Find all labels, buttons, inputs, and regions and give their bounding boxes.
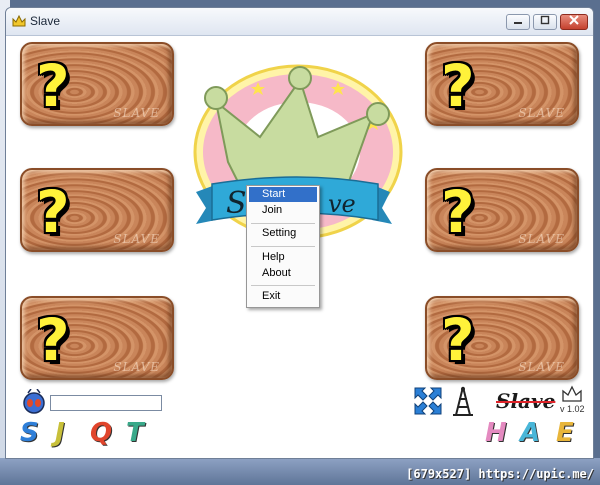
card-watermark: SLAVE	[113, 106, 160, 120]
card-slot-6[interactable]: ? SLAVE	[425, 296, 579, 380]
tower-icon[interactable]	[450, 385, 476, 417]
letter-a-button[interactable]: A	[520, 418, 540, 448]
menu-item-help[interactable]: Help	[249, 250, 317, 265]
question-mark: ?	[441, 178, 475, 246]
menu-item-setting[interactable]: Setting	[249, 226, 317, 241]
letter-e-button[interactable]: E	[556, 418, 574, 448]
avatar-icon[interactable]	[22, 389, 46, 415]
crown-icon	[12, 14, 26, 27]
menu-separator	[251, 246, 315, 247]
card-slot-1[interactable]: ? SLAVE	[20, 42, 174, 126]
logo-text-end: ve	[328, 190, 356, 218]
letter-j-button[interactable]: J	[55, 418, 65, 448]
slave-brand-logo: Slave	[496, 389, 556, 413]
player-name-input[interactable]	[50, 395, 162, 411]
letter-q-button[interactable]: Q	[90, 418, 112, 448]
minimize-button[interactable]	[506, 14, 530, 30]
card-watermark: SLAVE	[113, 360, 160, 374]
question-mark: ?	[36, 52, 70, 120]
logo-letter-s: S	[226, 186, 247, 221]
question-mark: ?	[36, 178, 70, 246]
context-menu: Start Join Setting Help About Exit	[246, 185, 320, 308]
letter-s-button[interactable]: S	[20, 418, 39, 448]
card-watermark: SLAVE	[518, 360, 565, 374]
card-slot-5[interactable]: ? SLAVE	[425, 168, 579, 252]
card-slot-3[interactable]: ? SLAVE	[20, 296, 174, 380]
shuffle-arrows-icon[interactable]	[413, 386, 443, 416]
card-slot-2[interactable]: ? SLAVE	[20, 168, 174, 252]
question-mark: ?	[36, 306, 70, 374]
card-slot-4[interactable]: ? SLAVE	[425, 42, 579, 126]
maximize-button[interactable]	[533, 14, 557, 30]
card-watermark: SLAVE	[518, 232, 565, 246]
crown-icon	[562, 385, 582, 402]
watermark-text: [679x527] https://upic.me/	[406, 467, 594, 481]
menu-separator	[251, 285, 315, 286]
menu-item-join[interactable]: Join	[249, 203, 317, 218]
letter-h-button[interactable]: H	[485, 418, 507, 448]
close-button[interactable]	[560, 14, 588, 30]
question-mark: ?	[441, 306, 475, 374]
card-watermark: SLAVE	[518, 106, 565, 120]
title-bar[interactable]: Slave	[6, 8, 593, 36]
close-icon	[569, 15, 579, 25]
letter-t-button[interactable]: T	[126, 418, 144, 448]
menu-separator	[251, 223, 315, 224]
maximize-icon	[540, 15, 550, 25]
menu-item-start[interactable]: Start	[249, 187, 317, 202]
question-mark: ?	[441, 52, 475, 120]
window-title: Slave	[30, 14, 61, 28]
menu-item-about[interactable]: About	[249, 266, 317, 281]
version-label: v 1.02	[560, 404, 585, 414]
menu-item-exit[interactable]: Exit	[249, 289, 317, 304]
minimize-icon	[514, 22, 522, 24]
card-watermark: SLAVE	[113, 232, 160, 246]
